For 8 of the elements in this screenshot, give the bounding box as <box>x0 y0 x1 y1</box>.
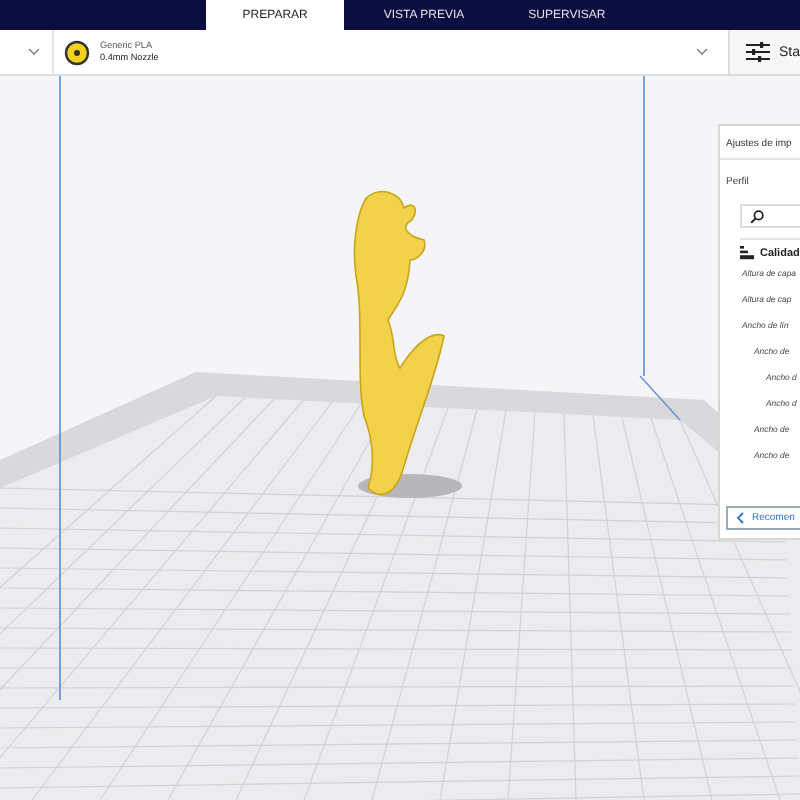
chevron-down-icon[interactable] <box>28 48 40 56</box>
search-icon <box>750 209 764 223</box>
spool-icon <box>64 39 90 65</box>
search-field[interactable] <box>740 204 800 228</box>
chevron-left-icon <box>736 512 744 524</box>
chevron-down-icon[interactable] <box>696 48 709 56</box>
sliders-icon <box>746 42 771 62</box>
quality-icon <box>740 246 754 260</box>
